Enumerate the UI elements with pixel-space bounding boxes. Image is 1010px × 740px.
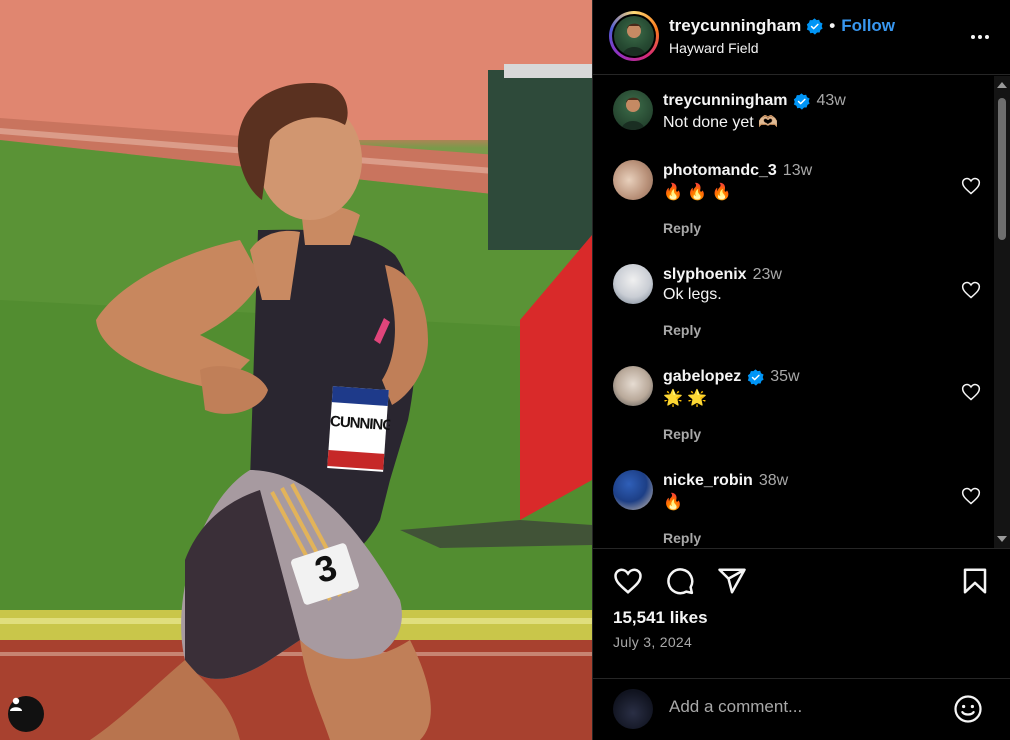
comment-time[interactable]: 23w xyxy=(753,266,782,284)
post-location[interactable]: Hayward Field xyxy=(669,40,758,56)
author-username[interactable]: treycunningham xyxy=(669,16,801,36)
comment-avatar[interactable] xyxy=(613,160,653,200)
comment-username[interactable]: photomandc_3 xyxy=(663,162,777,180)
add-comment-bar xyxy=(593,678,1010,740)
heart-icon[interactable] xyxy=(961,176,981,196)
scroll-up-arrow-icon[interactable] xyxy=(997,82,1007,88)
bookmark-icon[interactable] xyxy=(960,566,990,596)
comment-icon[interactable] xyxy=(665,566,695,596)
post-side-panel: treycunningham • Follow Hayward Field tr… xyxy=(592,0,1010,740)
comment-username[interactable]: slyphoenix xyxy=(663,266,747,284)
comment-item: gabelopez 35w 🌟 🌟 Reply xyxy=(593,338,1010,442)
verified-badge-icon xyxy=(794,92,811,110)
caption-username[interactable]: treycunningham xyxy=(663,92,787,110)
post-date[interactable]: July 3, 2024 xyxy=(613,634,692,650)
heart-icon[interactable] xyxy=(961,382,981,402)
post-photo[interactable]: CUNNINGH 3 xyxy=(0,0,592,740)
emoji-icon[interactable] xyxy=(953,694,983,724)
caption-comment: treycunningham 43w Not done yet 🫶🏼 xyxy=(593,76,1010,132)
share-icon[interactable] xyxy=(717,566,747,596)
comment-time[interactable]: 38w xyxy=(759,472,788,490)
heart-icon[interactable] xyxy=(961,280,981,300)
comments-list[interactable]: treycunningham 43w Not done yet 🫶🏼 photo… xyxy=(593,76,1010,548)
verified-badge-icon xyxy=(807,17,823,35)
separator-dot: • xyxy=(829,16,836,35)
divider xyxy=(593,548,1010,549)
reply-button[interactable]: Reply xyxy=(663,426,1010,442)
comment-item: photomandc_3 13w 🔥 🔥 🔥 Reply xyxy=(593,132,1010,236)
reply-button[interactable]: Reply xyxy=(663,322,1010,338)
caption-text: Not done yet 🫶🏼 xyxy=(663,114,779,131)
comment-time[interactable]: 13w xyxy=(783,162,812,180)
comment-text: 🌟 🌟 xyxy=(663,390,708,407)
scroll-down-arrow-icon[interactable] xyxy=(997,536,1007,542)
more-options-icon[interactable] xyxy=(968,25,992,49)
scrollbar-thumb[interactable] xyxy=(998,98,1006,240)
author-avatar-image xyxy=(622,23,646,56)
caption-avatar-image xyxy=(621,97,645,130)
comment-avatar[interactable] xyxy=(613,264,653,304)
reply-button[interactable]: Reply xyxy=(663,220,1010,236)
comment-username[interactable]: gabelopez xyxy=(663,368,741,386)
comment-text: Ok legs. xyxy=(663,286,722,303)
comment-text: 🔥 xyxy=(663,494,683,511)
comment-avatar[interactable] xyxy=(613,366,653,406)
tagged-users-button[interactable] xyxy=(8,696,44,732)
add-comment-input[interactable] xyxy=(669,697,929,717)
comment-item: nicke_robin 38w 🔥 Reply xyxy=(593,442,1010,546)
heart-icon[interactable] xyxy=(613,566,643,596)
action-bar xyxy=(613,566,747,596)
comment-text: 🔥 🔥 🔥 xyxy=(663,184,732,201)
comment-item: slyphoenix 23w Ok legs. Reply xyxy=(593,236,1010,338)
likes-count[interactable]: 15,541 likes xyxy=(613,608,708,628)
comment-username[interactable]: nicke_robin xyxy=(663,472,753,490)
reply-button[interactable]: Reply xyxy=(663,530,1010,546)
heart-icon[interactable] xyxy=(961,486,981,506)
comment-time[interactable]: 35w xyxy=(770,368,799,386)
author-avatar[interactable] xyxy=(609,11,659,61)
comment-avatar[interactable] xyxy=(613,470,653,510)
follow-button[interactable]: Follow xyxy=(841,16,895,36)
caption-time[interactable]: 43w xyxy=(816,92,845,110)
photo-illustration xyxy=(0,0,592,740)
current-user-avatar xyxy=(613,689,653,729)
verified-badge-icon xyxy=(748,368,764,386)
post-header: treycunningham • Follow Hayward Field xyxy=(593,0,1010,75)
user-icon xyxy=(10,697,22,711)
comments-scrollbar[interactable] xyxy=(994,76,1010,548)
caption-avatar[interactable] xyxy=(613,90,653,130)
